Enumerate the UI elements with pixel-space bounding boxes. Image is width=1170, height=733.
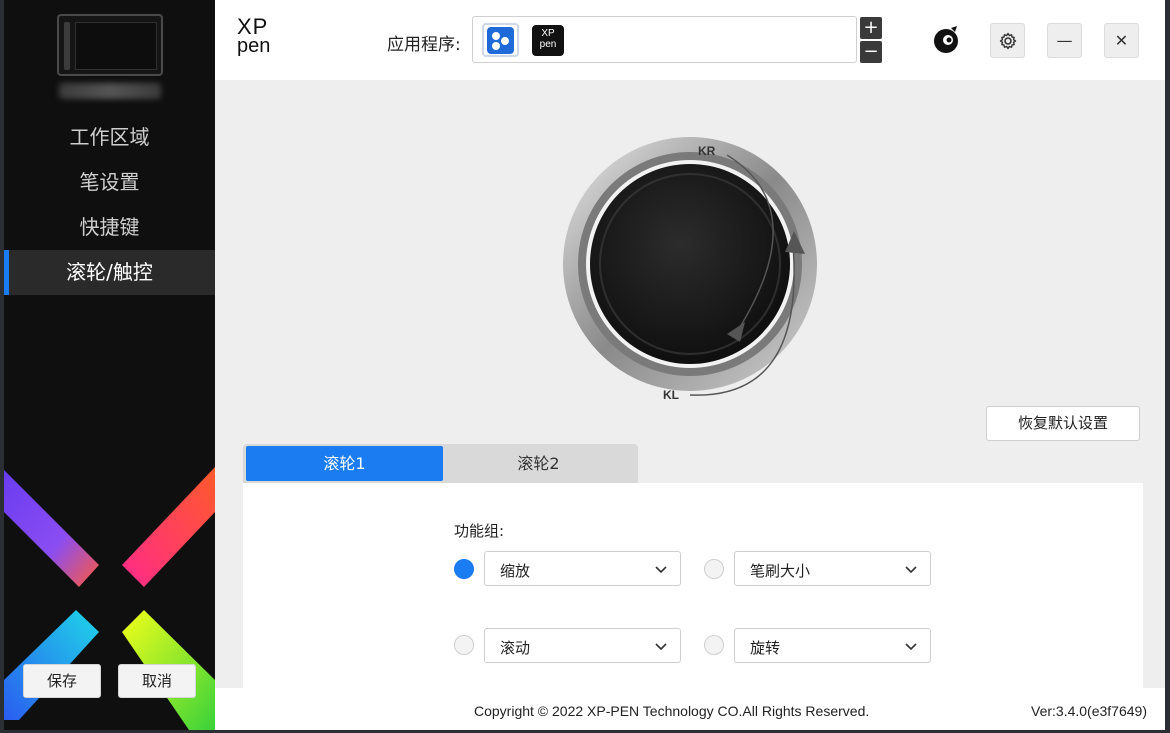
logo-line-1: XP (237, 14, 269, 39)
wheel-knob (590, 164, 790, 364)
app-icon-xppen-line2: pen (539, 39, 557, 50)
device-name-blurred (59, 83, 161, 99)
tablet-device-thumbnail[interactable] (57, 14, 163, 76)
tab-wheel-1[interactable]: 滚轮1 (246, 446, 443, 481)
add-app-button[interactable]: + (860, 17, 882, 39)
xppen-brand-icon[interactable] (931, 25, 961, 55)
chevron-down-icon (655, 566, 667, 574)
minimize-button[interactable]: — (1047, 23, 1082, 58)
settings-gear-icon[interactable] (990, 23, 1025, 58)
application-list: XP pen (472, 16, 857, 63)
sidebar-item-wheel-touch[interactable]: 滚轮/触控 (4, 250, 215, 295)
wheel-illustration: KR KL (563, 137, 817, 402)
app-window: 工作区域 笔设置 快捷键 滚轮/触控 保存 取消 XP pen 应用程序: XP… (0, 0, 1170, 733)
app-icon-xppen[interactable]: XP pen (532, 25, 564, 56)
chevron-down-icon (905, 566, 917, 574)
function-group-label: 功能组: (454, 522, 505, 540)
tablet-screen (75, 22, 157, 70)
radio-scroll[interactable] (454, 635, 474, 655)
tablet-express-keys (64, 22, 70, 70)
close-button[interactable]: ✕ (1104, 23, 1139, 58)
select-brush-size[interactable]: 笔刷大小 (734, 551, 931, 586)
remove-app-button[interactable]: − (860, 41, 882, 63)
select-scroll[interactable]: 滚动 (484, 628, 681, 663)
restore-defaults-button[interactable]: 恢复默认设置 (986, 406, 1140, 441)
footer: Copyright © 2022 XP-PEN Technology CO.Al… (215, 688, 1165, 730)
radio-rotate[interactable] (704, 635, 724, 655)
radio-zoom[interactable] (454, 559, 474, 579)
select-scroll-value: 滚动 (500, 639, 531, 657)
sidebar-item-work-area[interactable]: 工作区域 (4, 115, 215, 160)
radio-brush-size[interactable] (704, 559, 724, 579)
select-brush-size-value: 笔刷大小 (750, 562, 811, 580)
xppen-logo: XP pen (237, 14, 287, 60)
version-text: Ver:3.4.0(e3f7649) (1031, 703, 1147, 719)
app-icon-all-apps[interactable] (482, 23, 519, 57)
main-panel: XP pen 应用程序: XP pen + − — ✕ KR KL 恢复默认设置… (215, 0, 1165, 730)
sidebar-item-pen-settings[interactable]: 笔设置 (4, 160, 215, 205)
select-rotate[interactable]: 旋转 (734, 628, 931, 663)
app-icon-xppen-line1: XP (541, 28, 555, 39)
header-bar: XP pen 应用程序: XP pen + − — ✕ (215, 0, 1165, 80)
app-icon-all-apps-glyph (487, 27, 514, 54)
tab-wheel-2[interactable]: 滚轮2 (440, 446, 637, 481)
chevron-down-icon (655, 643, 667, 651)
cancel-button[interactable]: 取消 (118, 664, 196, 698)
copyright-text: Copyright © 2022 XP-PEN Technology CO.Al… (474, 703, 870, 719)
select-zoom[interactable]: 缩放 (484, 551, 681, 586)
logo-line-2: pen (237, 35, 271, 57)
select-zoom-value: 缩放 (500, 562, 531, 580)
sidebar: 工作区域 笔设置 快捷键 滚轮/触控 保存 取消 (4, 0, 215, 730)
select-rotate-value: 旋转 (750, 639, 781, 657)
chevron-down-icon (905, 643, 917, 651)
wheel-tabs: 滚轮1 滚轮2 (243, 444, 638, 483)
sidebar-nav: 工作区域 笔设置 快捷键 滚轮/触控 (4, 115, 215, 295)
kl-label: KL (663, 388, 679, 402)
function-group-panel: 功能组: 缩放 笔刷大小 滚动 旋转 (243, 483, 1143, 688)
save-button[interactable]: 保存 (23, 664, 101, 698)
sidebar-item-shortcuts[interactable]: 快捷键 (4, 205, 215, 250)
application-label: 应用程序: (387, 35, 461, 55)
kr-label: KR (698, 144, 716, 158)
